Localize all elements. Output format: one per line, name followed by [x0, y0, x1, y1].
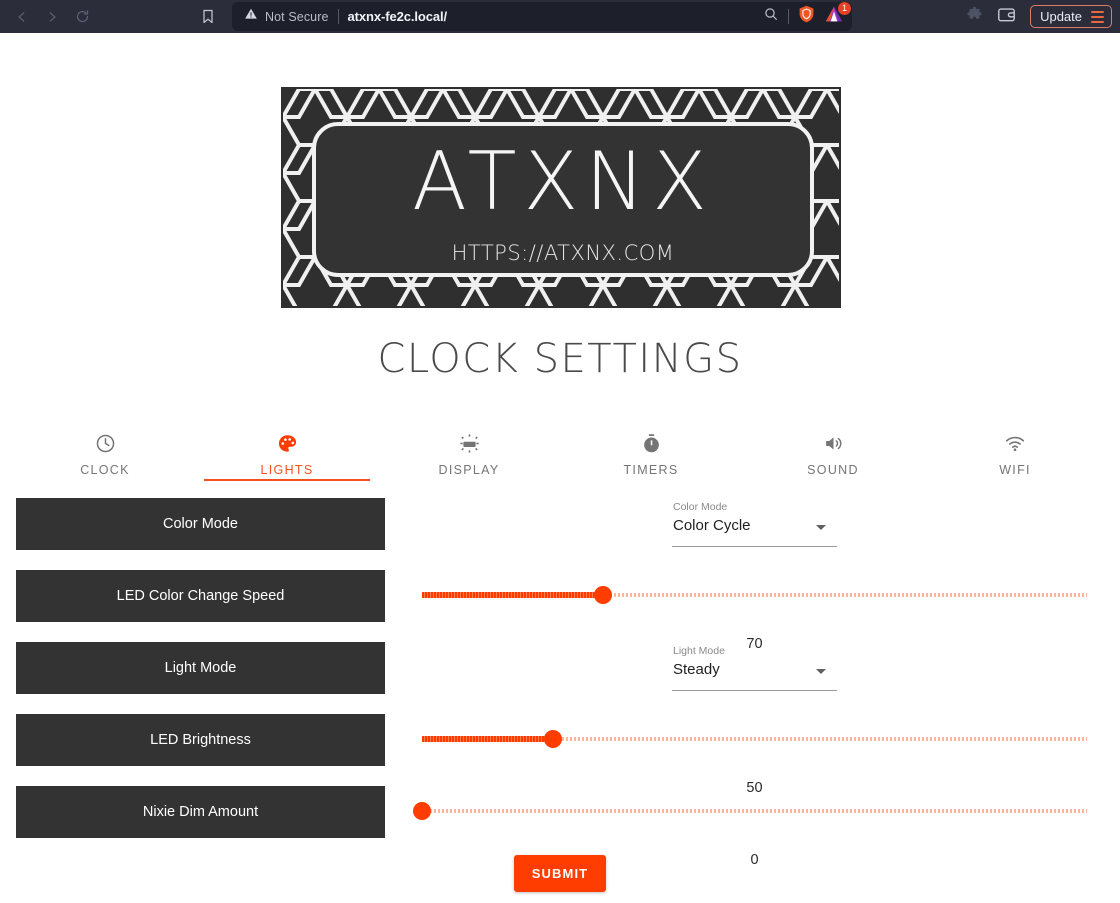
- warning-triangle-icon: [244, 7, 258, 26]
- puzzle-piece-icon[interactable]: [966, 6, 983, 28]
- tab-sound[interactable]: SOUND: [742, 423, 924, 481]
- select-color-mode[interactable]: Color Mode Color Cycle: [672, 501, 837, 547]
- select-light-mode[interactable]: Light Mode Steady: [672, 645, 837, 691]
- forward-arrow-icon: [45, 10, 59, 24]
- page-title: CLOCK SETTINGS: [0, 336, 1120, 382]
- select-value: Color Cycle: [673, 517, 751, 534]
- security-label: Not Secure: [265, 10, 329, 24]
- tab-label-wifi: WIFI: [999, 463, 1031, 477]
- wifi-icon: [1004, 431, 1026, 455]
- panel-light-mode: Light Mode: [16, 642, 385, 694]
- logo-plate: ATXNX HTTPS://ATXNX.COM: [312, 122, 814, 277]
- panel-label: Light Mode: [165, 660, 237, 676]
- omnibox-actions: 1: [763, 2, 844, 31]
- tab-label-sound: SOUND: [807, 463, 859, 477]
- panel-led-color-change-speed: LED Color Change Speed: [16, 570, 385, 622]
- bookmark-button[interactable]: [200, 8, 216, 25]
- slider-led-color-change-speed[interactable]: 70: [422, 586, 1087, 604]
- volume-up-icon: [823, 431, 844, 455]
- brave-shield-icon[interactable]: [798, 5, 815, 28]
- back-button[interactable]: [14, 9, 30, 25]
- setting-row-led-color-change-speed: LED Color Change Speed 70: [0, 560, 1120, 632]
- hamburger-menu-icon[interactable]: [1091, 11, 1104, 23]
- clock-icon: [95, 431, 116, 455]
- panel-color-mode: Color Mode: [16, 498, 385, 550]
- chevron-down-icon[interactable]: [816, 669, 826, 674]
- slider-thumb[interactable]: [594, 586, 612, 604]
- panel-nixie-dim-amount: Nixie Dim Amount: [16, 786, 385, 838]
- omnibox-action-divider: [788, 9, 789, 24]
- settings-tabs: CLOCK LIGHTS DISPLAY TIMERS SOUND: [14, 423, 1106, 481]
- tab-label-lights: LIGHTS: [261, 463, 314, 477]
- page-content: ATXNX HTTPS://ATXNX.COM CLOCK SETTINGS C…: [0, 33, 1120, 903]
- search-icon[interactable]: [763, 6, 779, 27]
- select-label: Light Mode: [673, 645, 725, 657]
- select-label: Color Mode: [673, 501, 727, 513]
- url-text: atxnx-fe2c.local/: [348, 9, 447, 24]
- submit-area: SUBMIT: [0, 855, 1120, 892]
- active-tab-indicator: [204, 479, 370, 481]
- omnibox-divider: [338, 9, 339, 24]
- panel-label: LED Color Change Speed: [117, 588, 285, 604]
- tab-label-timers: TIMERS: [623, 463, 678, 477]
- panel-label: Color Mode: [163, 516, 238, 532]
- logo-wordmark: ATXNX: [316, 139, 810, 225]
- timer-stopwatch-icon: [641, 431, 662, 455]
- tab-label-clock: CLOCK: [80, 463, 130, 477]
- select-value: Steady: [673, 661, 720, 678]
- slider-thumb[interactable]: [413, 802, 431, 820]
- update-button[interactable]: Update: [1030, 5, 1112, 28]
- slider-thumb[interactable]: [544, 730, 562, 748]
- submit-button[interactable]: SUBMIT: [514, 855, 606, 892]
- setting-row-nixie-dim-amount: Nixie Dim Amount 0: [0, 776, 1120, 848]
- wallet-icon[interactable]: [997, 6, 1016, 28]
- security-indicator[interactable]: Not Secure: [244, 7, 329, 26]
- chevron-down-icon[interactable]: [816, 525, 826, 530]
- toolbar-right-actions: Update: [966, 0, 1112, 33]
- update-button-label: Update: [1040, 9, 1082, 24]
- settings-brightness-icon: [459, 431, 480, 455]
- reload-icon: [75, 9, 90, 24]
- panel-label: LED Brightness: [150, 732, 251, 748]
- color-palette-icon: [277, 431, 298, 455]
- reload-button[interactable]: [74, 9, 90, 25]
- setting-row-color-mode: Color Mode Color Mode Color Cycle: [0, 488, 1120, 560]
- settings-form: Color Mode Color Mode Color Cycle LED Co…: [0, 488, 1120, 848]
- forward-button[interactable]: [44, 9, 60, 25]
- site-logo-banner: ATXNX HTTPS://ATXNX.COM: [281, 87, 841, 308]
- rewards-badge-count: 1: [838, 2, 851, 15]
- setting-row-led-brightness: LED Brightness 50: [0, 704, 1120, 776]
- tab-display[interactable]: DISPLAY: [378, 423, 560, 481]
- logo-url-text: HTTPS://ATXNX.COM: [316, 241, 810, 265]
- panel-led-brightness: LED Brightness: [16, 714, 385, 766]
- slider-track: [422, 809, 1087, 813]
- slider-track-fill: [422, 592, 603, 598]
- slider-led-brightness[interactable]: 50: [422, 730, 1087, 748]
- navigation-buttons: [14, 9, 90, 25]
- tab-lights[interactable]: LIGHTS: [196, 423, 378, 481]
- panel-label: Nixie Dim Amount: [143, 804, 258, 820]
- address-bar[interactable]: Not Secure atxnx-fe2c.local/ 1: [232, 2, 852, 31]
- setting-row-light-mode: Light Mode Light Mode Steady: [0, 632, 1120, 704]
- tab-timers[interactable]: TIMERS: [560, 423, 742, 481]
- back-arrow-icon: [15, 10, 29, 24]
- slider-nixie-dim-amount[interactable]: 0: [422, 802, 1087, 820]
- browser-toolbar: Not Secure atxnx-fe2c.local/ 1 Update: [0, 0, 1120, 33]
- tab-label-display: DISPLAY: [439, 463, 500, 477]
- brave-rewards-triangle-icon[interactable]: 1: [824, 5, 844, 28]
- slider-track-fill: [422, 736, 553, 742]
- tab-clock[interactable]: CLOCK: [14, 423, 196, 481]
- tab-wifi[interactable]: WIFI: [924, 423, 1106, 481]
